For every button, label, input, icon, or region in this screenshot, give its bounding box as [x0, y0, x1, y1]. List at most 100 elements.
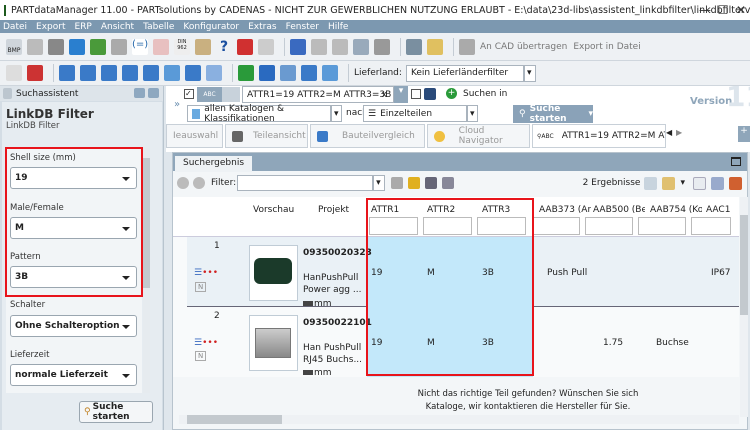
tab-suchergebnis[interactable]: Suchergebnis	[175, 156, 253, 172]
clear-search-button[interactable]: x	[382, 90, 387, 100]
tree-icon[interactable]	[332, 38, 348, 55]
sap-icon[interactable]	[322, 65, 338, 81]
structure-icon[interactable]	[311, 38, 327, 55]
catalog-dropdown-arrow[interactable]: ▾	[331, 105, 342, 122]
preview-image[interactable]	[249, 245, 298, 301]
grid-view-icon[interactable]	[662, 176, 676, 190]
tab-cloud-navigator[interactable]: Cloud Navigator	[427, 124, 530, 148]
database-icon[interactable]	[101, 65, 117, 81]
lieferzeit-select[interactable]: normale Lieferzeit	[10, 364, 137, 386]
certificate-icon[interactable]	[195, 38, 211, 55]
filter-funnel-icon[interactable]	[442, 177, 455, 189]
document-icon[interactable]	[280, 65, 296, 81]
float-icon[interactable]	[134, 88, 145, 98]
aab754-column-filter[interactable]	[638, 217, 686, 235]
type-dropdown-arrow[interactable]: ▾	[467, 105, 478, 122]
horizontal-scrollbar[interactable]	[179, 415, 739, 424]
export-file-button[interactable]: Export in Datei	[573, 42, 640, 52]
close-button[interactable]: ✕	[731, 3, 750, 17]
target-icon[interactable]	[301, 65, 317, 81]
search-start-button[interactable]: ⚲ Suche starten ▾	[513, 104, 593, 124]
abc-mode-button[interactable]: ABC	[197, 87, 222, 102]
add-tab-button[interactable]: +	[738, 126, 750, 142]
catalog-select[interactable]: allen Katalogen & Klassifikationen	[187, 104, 331, 124]
chart-icon[interactable]	[711, 176, 724, 190]
tab-search-result[interactable]: ⚲ABC ATTR1=19 ATTR2=M ATTR3	[532, 124, 666, 148]
search-history-dropdown[interactable]: ▾	[394, 86, 408, 103]
color-table-icon[interactable]	[729, 176, 742, 190]
menu-fenster[interactable]: Fenster	[286, 22, 319, 32]
save-icon[interactable]	[425, 177, 438, 189]
tool-icon[interactable]	[27, 65, 43, 81]
db-settings-icon[interactable]	[143, 65, 159, 81]
maximize-panel-icon[interactable]	[731, 157, 741, 166]
minimize-button[interactable]: —	[695, 3, 715, 17]
type-select[interactable]: ☰ Einzelteilen	[363, 105, 467, 122]
compare-green-icon[interactable]	[238, 65, 254, 81]
list-view-icon[interactable]	[644, 176, 658, 190]
pdf-icon[interactable]	[111, 38, 127, 55]
bearing-icon[interactable]	[406, 38, 422, 55]
part-id[interactable]: 09350022101	[303, 318, 372, 328]
menu-datei[interactable]: Datei	[3, 22, 27, 32]
search-query-input[interactable]: ATTR1=19 ATTR2=M ATTR3=3B x	[242, 86, 394, 103]
menu-ansicht[interactable]: Ansicht	[101, 22, 134, 32]
tab-scroll-right[interactable]: ▶	[676, 128, 682, 137]
globe-icon[interactable]	[90, 38, 106, 55]
tools-icon[interactable]	[237, 38, 253, 55]
col-projekt[interactable]: Projekt	[318, 205, 349, 215]
funnel-icon[interactable]	[374, 38, 390, 55]
filter-input[interactable]	[237, 175, 374, 191]
menu-extras[interactable]: Extras	[248, 22, 276, 32]
row-menu-icon[interactable]: ☰•••	[194, 268, 218, 278]
tab-partauswahl[interactable]: Ieauswahl	[166, 124, 223, 148]
chevron-down-icon[interactable]: ▾	[588, 109, 593, 119]
menu-export[interactable]: Export	[36, 22, 65, 32]
menu-tabelle[interactable]: Tabelle	[143, 22, 174, 32]
preview-image[interactable]	[249, 315, 298, 371]
export-arrow-icon[interactable]	[27, 38, 43, 55]
menu-erp[interactable]: ERP	[74, 22, 91, 32]
din-icon[interactable]: DIN 962	[174, 38, 190, 55]
magnifier-icon[interactable]	[427, 38, 443, 55]
magic-wand-icon[interactable]	[353, 38, 369, 55]
col-vorschau[interactable]: Vorschau	[253, 205, 294, 215]
assembly-icon[interactable]	[290, 38, 306, 55]
fulltext-search-icon[interactable]	[222, 87, 240, 102]
tab-bauteilvergleich[interactable]: Bauteilvergleich	[310, 124, 425, 148]
tab-scroll-left[interactable]: ◀	[666, 128, 672, 137]
formula-icon[interactable]: (=)	[132, 38, 148, 55]
table-icon[interactable]	[6, 65, 22, 81]
settings-icon[interactable]	[391, 177, 404, 189]
add-icon[interactable]: +	[446, 88, 457, 99]
tab-teileansicht[interactable]: Teileansicht	[225, 124, 308, 148]
menu-konfigurator[interactable]: Konfigurator	[183, 22, 239, 32]
aac10-column-filter[interactable]	[691, 217, 731, 235]
panel-close-icon[interactable]	[148, 88, 159, 98]
part-id[interactable]: 09350020323	[303, 248, 372, 258]
lieferland-dropdown[interactable]: Kein Lieferländerfilter	[405, 64, 524, 82]
book-checkbox[interactable]	[411, 89, 421, 99]
col-aac10[interactable]: AAC10	[706, 205, 730, 215]
phone-icon[interactable]	[48, 38, 64, 55]
star-icon[interactable]	[408, 177, 421, 189]
menu-hilfe[interactable]: Hilfe	[328, 22, 348, 32]
refresh-globe-icon[interactable]	[69, 38, 85, 55]
col-aab373[interactable]: AAB373 (Art...	[539, 205, 591, 215]
chart-icon[interactable]	[153, 38, 169, 55]
window-icon[interactable]	[258, 38, 274, 55]
search-in-label[interactable]: Suchen in	[463, 89, 507, 99]
compare-blue-icon[interactable]	[259, 65, 275, 81]
db-key-icon[interactable]	[59, 65, 75, 81]
cad-transfer-button[interactable]: An CAD übertragen	[480, 42, 567, 52]
db-help-icon[interactable]	[185, 65, 201, 81]
vertical-scrollbar[interactable]	[740, 197, 748, 417]
filter-dropdown[interactable]: ▾	[373, 175, 386, 191]
schalter-select[interactable]: Ohne Schalteroption	[10, 315, 137, 337]
calendar-icon[interactable]	[206, 65, 222, 81]
col-aab500[interactable]: AAB500 (Be...	[593, 205, 645, 215]
view-dropdown-icon[interactable]: ▾	[680, 178, 685, 188]
col-aab754[interactable]: AAB754 (Ko...	[650, 205, 702, 215]
db-add-icon[interactable]	[164, 65, 180, 81]
maximize-button[interactable]: ☐	[713, 3, 733, 17]
